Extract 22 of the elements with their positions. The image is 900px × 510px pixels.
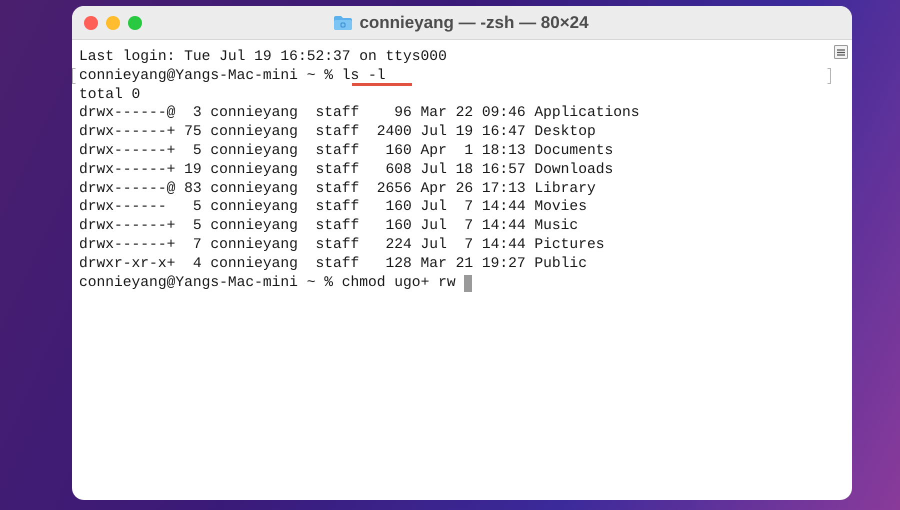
terminal-output-line: drwx------+ 19 connieyang staff 608 Jul 18 16:57 Downloads bbox=[79, 160, 614, 180]
terminal-output-line: drwx------+ 75 connieyang staff 2400 Jul 19 16:47 Desktop bbox=[79, 123, 596, 142]
terminal-output-line: drwx------+ 5 connieyang staff 160 Jul 7 14:44 Music bbox=[79, 217, 578, 236]
terminal-output-line: drwx------+ 5 connieyang staff 160 Apr 1 18:13 Documents bbox=[79, 142, 614, 161]
folder-icon bbox=[333, 14, 354, 30]
terminal-output-line: total 0 bbox=[79, 86, 140, 104]
shell-prompt: connieyang@Yangs-Mac-mini ~ % bbox=[79, 66, 333, 86]
typed-command: ls -l bbox=[342, 66, 386, 86]
scroll-indicator-icon[interactable] bbox=[834, 45, 848, 59]
terminal-output-line: drwxr-xr-x+ 4 connieyang staff 128 Mar 21 19:27 Public bbox=[79, 254, 587, 274]
terminal-output-line: Last login: Tue Jul 19 16:52:37 on ttys000 bbox=[79, 48, 447, 67]
terminal-output-line: drwx------+ 7 connieyang staff 224 Jul 7 14:44 Pictures bbox=[79, 236, 604, 255]
line-mark-bracket-icon bbox=[827, 68, 831, 84]
terminal-output-line: drwx------@ 3 connieyang staff 96 Mar 22 09:46 Applications bbox=[79, 104, 640, 124]
typed-command: chmod ugo+ rw bbox=[342, 274, 456, 292]
window-title: connieyang — -zsh — 80×24 bbox=[359, 12, 589, 34]
minimize-button[interactable] bbox=[106, 16, 120, 30]
close-button[interactable] bbox=[84, 16, 98, 30]
terminal-output-line: drwx------ 5 connieyang staff 160 Jul 7 14:44 Movies bbox=[79, 198, 587, 218]
zoom-button[interactable] bbox=[128, 16, 142, 30]
terminal-output-line: drwx------@ 83 connieyang staff 2656 Apr 26 17:13 Library bbox=[79, 180, 596, 198]
shell-prompt: connieyang@Yangs-Mac-mini ~ % bbox=[79, 274, 333, 292]
